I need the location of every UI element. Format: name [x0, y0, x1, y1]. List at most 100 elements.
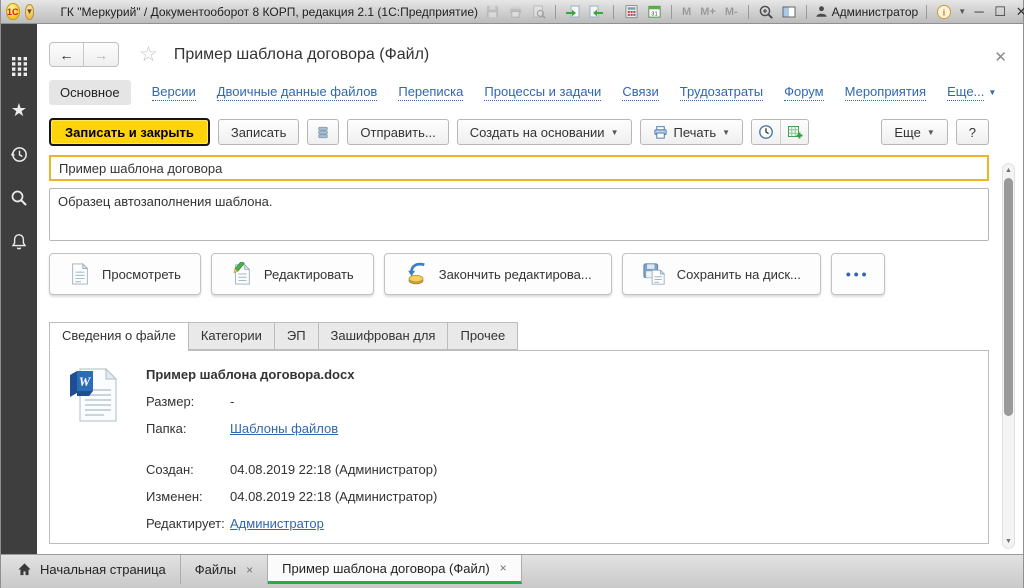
document-icon: [72, 262, 89, 285]
memory-add-button[interactable]: M+: [698, 6, 718, 18]
nav-link-processes-tasks[interactable]: Процессы и задачи: [484, 84, 602, 101]
chevron-down-icon: ▼: [988, 88, 997, 97]
send-button[interactable]: Отправить...: [347, 119, 449, 145]
svg-text:i: i: [943, 8, 946, 18]
info-dropdown-icon[interactable]: ▼: [958, 7, 966, 16]
close-tab-icon[interactable]: ×: [246, 563, 253, 577]
help-button[interactable]: ?: [955, 119, 989, 145]
printer-icon: [653, 125, 667, 139]
nav-more-menu[interactable]: Еще... ▼: [947, 84, 996, 101]
edit-file-button[interactable]: Редактировать: [210, 253, 374, 295]
tab-categories[interactable]: Категории: [187, 322, 274, 350]
save-button[interactable]: Записать: [217, 119, 300, 145]
nav-link-relations[interactable]: Связи: [622, 84, 659, 101]
forward-button[interactable]: →: [84, 43, 118, 66]
file-description-textarea[interactable]: Образец автозаполнения шаблона.: [49, 188, 989, 241]
memory-subtract-button[interactable]: M-: [723, 6, 740, 18]
nav-link-events[interactable]: Мероприятия: [844, 84, 927, 101]
scroll-down-icon[interactable]: ▼: [1003, 538, 1014, 545]
tab-file-info[interactable]: Сведения о файле: [49, 322, 188, 351]
save-file-icon[interactable]: [587, 3, 605, 21]
search-icon[interactable]: [9, 188, 29, 208]
menu-grid-icon[interactable]: [9, 56, 29, 76]
clock-icon: [759, 125, 773, 139]
tab-contract-template-file[interactable]: Пример шаблона договора (Файл) ×: [268, 555, 522, 584]
more-button[interactable]: Еще ▼: [881, 119, 948, 145]
extra-tools-group: [751, 119, 810, 145]
close-tab-icon[interactable]: ×: [500, 561, 507, 575]
tab-other[interactable]: Прочее: [447, 322, 519, 350]
svg-text:31: 31: [651, 11, 657, 17]
tab-home-page[interactable]: Начальная страница: [3, 555, 181, 584]
folder-link[interactable]: Шаблоны файлов: [230, 421, 338, 436]
nav-tab-main[interactable]: Основное: [49, 80, 131, 105]
history-nav-group: ← →: [49, 42, 119, 67]
nav-link-correspondence[interactable]: Переписка: [398, 84, 464, 101]
file-info-tabs: Сведения о файле Категории ЭП Зашифрован…: [49, 322, 989, 351]
edit-document-icon: [233, 262, 251, 285]
1c-logo-icon[interactable]: 1С: [6, 3, 20, 20]
tab-encrypted-for[interactable]: Зашифрован для: [317, 322, 448, 350]
nav-link-forum[interactable]: Форум: [784, 84, 824, 101]
divider: [805, 4, 807, 19]
favorites-star-icon[interactable]: ★: [9, 100, 29, 120]
tab-files-list[interactable]: Файлы ×: [181, 555, 269, 584]
divider: [747, 4, 749, 19]
nav-link-labor-costs[interactable]: Трудозатраты: [679, 84, 764, 101]
nav-link-versions[interactable]: Версии: [151, 84, 196, 101]
table-plus-icon: [787, 126, 803, 139]
save-to-disk-icon: [643, 263, 666, 285]
print-button[interactable]: Печать ▼: [639, 119, 744, 145]
scroll-up-icon[interactable]: ▲: [1003, 167, 1014, 174]
split-window-icon[interactable]: [780, 3, 798, 21]
save-to-disk-button[interactable]: Сохранить на диск...: [621, 253, 821, 295]
size-label: Размер:: [146, 394, 195, 409]
history-clock-button[interactable]: [752, 120, 781, 144]
file-info-panel: W Пример шаблона договора.docx Размер: - …: [49, 350, 989, 544]
save-icon[interactable]: [483, 3, 501, 21]
divider: [671, 4, 673, 19]
close-button[interactable]: ✕: [1013, 4, 1024, 20]
finish-editing-button[interactable]: Закончить редактирова...: [383, 253, 612, 295]
user-icon: [816, 6, 827, 17]
minimize-button[interactable]: ─: [971, 4, 987, 19]
versions-stack-button[interactable]: [307, 119, 340, 145]
create-based-on-button[interactable]: Создать на основании ▼: [456, 119, 632, 145]
main-menu-dropdown-icon[interactable]: ▼: [24, 3, 35, 20]
add-to-favorites-star-icon[interactable]: ☆: [139, 42, 158, 67]
add-report-button[interactable]: [780, 120, 809, 144]
load-file-icon[interactable]: [564, 3, 582, 21]
chevron-down-icon: ▼: [610, 127, 619, 137]
print-preview-icon[interactable]: [529, 3, 547, 21]
save-and-close-button[interactable]: Записать и закрыть: [49, 118, 210, 146]
vertical-scrollbar[interactable]: ▲ ▼: [1002, 163, 1015, 549]
nav-link-binary-data[interactable]: Двоичные данные файлов: [216, 84, 378, 101]
history-icon[interactable]: [9, 144, 29, 164]
finish-editing-icon: [407, 262, 425, 285]
maximize-button[interactable]: ☐: [992, 4, 1008, 20]
tab-signature[interactable]: ЭП: [273, 322, 318, 350]
memory-clear-button[interactable]: M: [680, 6, 693, 18]
more-actions-button[interactable]: •••: [830, 253, 885, 295]
calendar-icon[interactable]: 31: [645, 3, 663, 21]
print-icon[interactable]: [506, 3, 524, 21]
chevron-down-icon: ▼: [722, 127, 731, 137]
left-tool-panel: ★: [1, 24, 37, 554]
zoom-icon[interactable]: [757, 3, 775, 21]
view-file-button[interactable]: Просмотреть: [49, 253, 201, 295]
file-actions-bar: Просмотреть Редактировать Закончить реда…: [49, 253, 989, 295]
notifications-bell-icon[interactable]: [9, 232, 29, 252]
calculator-icon[interactable]: [622, 3, 640, 21]
info-icon[interactable]: i: [935, 3, 953, 21]
form-navigation: Основное Версии Двоичные данные файлов П…: [49, 80, 996, 105]
editor-link[interactable]: Администратор: [230, 516, 324, 531]
file-name-input[interactable]: [49, 155, 989, 181]
scrollbar-thumb[interactable]: [1004, 178, 1013, 416]
form-close-icon[interactable]: ✕: [994, 48, 1007, 66]
divider: [555, 4, 557, 19]
divider: [926, 4, 928, 19]
stack-icon: [318, 126, 329, 138]
back-button[interactable]: ←: [50, 43, 84, 66]
current-user[interactable]: Администратор: [815, 5, 918, 19]
divider: [613, 4, 615, 19]
